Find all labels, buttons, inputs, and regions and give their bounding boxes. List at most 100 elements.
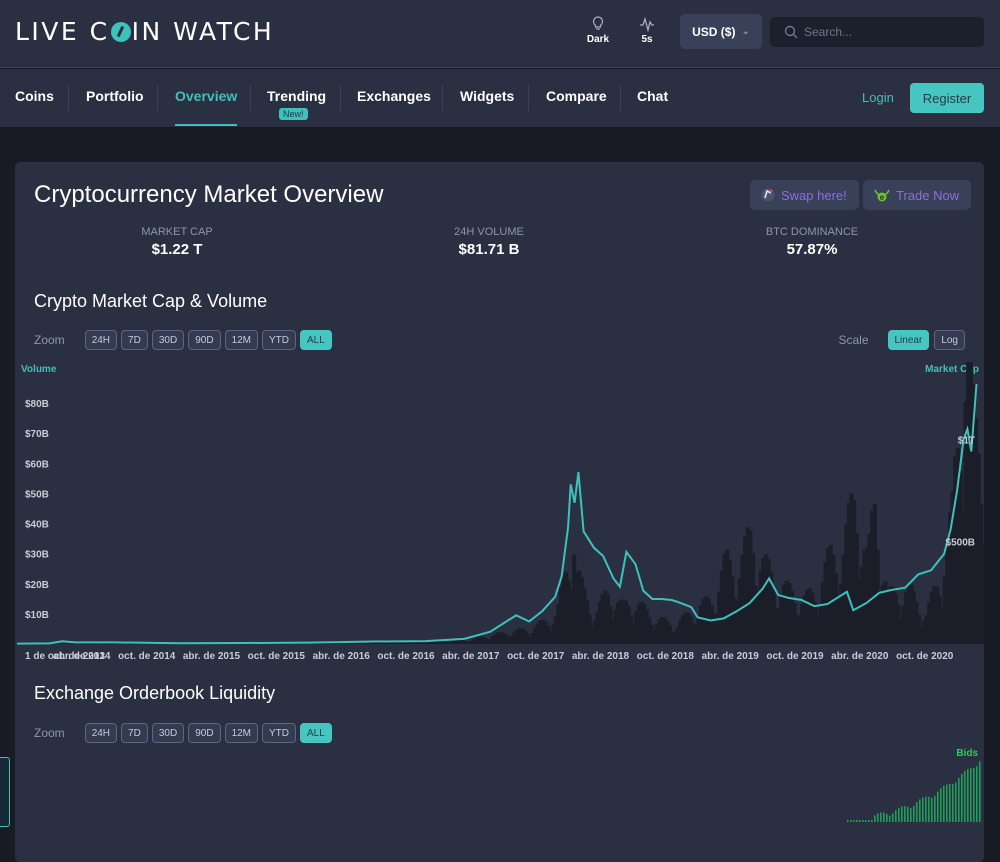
- nav-divider: [528, 85, 529, 111]
- bid-bar: [883, 813, 885, 822]
- login-link[interactable]: Login: [862, 90, 894, 105]
- zoom-24h-button[interactable]: 24H: [85, 330, 117, 350]
- nav-widgets[interactable]: Widgets: [460, 88, 514, 104]
- market-overview-card: Cryptocurrency Market Overview Swap here…: [15, 162, 984, 862]
- stat-label: 24H VOLUME: [399, 226, 579, 238]
- x-tick-label: abr. de 2019: [702, 651, 760, 662]
- zoom-90d-button[interactable]: 90D: [188, 330, 220, 350]
- stat-btc-dominance: BTC DOMINANCE 57.87%: [722, 226, 902, 258]
- zoom-30d-button[interactable]: 30D: [152, 330, 184, 350]
- volume-bars: [17, 362, 984, 644]
- zoom-label: Zoom: [34, 333, 65, 347]
- side-chat-widget[interactable]: [0, 757, 10, 827]
- search-icon: [784, 25, 798, 39]
- orderbook-title: Exchange Orderbook Liquidity: [34, 683, 275, 704]
- volume-bar: [982, 544, 984, 644]
- bid-bar: [856, 820, 858, 822]
- market-cap-volume-chart[interactable]: $10B$20B$30B$40B$50B$60B$70B$80B $500B$1…: [15, 362, 984, 672]
- y-tick-label: $60B: [25, 459, 49, 470]
- pulse-icon: [639, 16, 655, 32]
- bid-bar: [979, 761, 981, 822]
- trade-now-label: Trade Now: [896, 188, 959, 203]
- nav-trending[interactable]: Trending: [267, 88, 326, 104]
- swap-logo-icon: [760, 187, 776, 203]
- svg-text:e: e: [880, 193, 885, 202]
- bid-bar: [868, 820, 870, 822]
- bid-bar: [850, 820, 852, 822]
- bid-bar: [853, 820, 855, 822]
- page-title: Cryptocurrency Market Overview: [34, 181, 383, 209]
- ob-zoom-ytd-button[interactable]: YTD: [262, 723, 296, 743]
- y-tick-label: $30B: [25, 550, 49, 561]
- ob-zoom-12m-button[interactable]: 12M: [225, 723, 258, 743]
- bid-bar: [847, 820, 849, 822]
- ob-zoom-7d-button[interactable]: 7D: [121, 723, 148, 743]
- search-box: [770, 17, 984, 47]
- nav-compare[interactable]: Compare: [546, 88, 607, 104]
- bid-bar: [937, 792, 939, 822]
- scale-controls: Scale Linear Log: [838, 330, 965, 350]
- zoom-ytd-button[interactable]: YTD: [262, 330, 296, 350]
- x-axis-ticks: 1 de oct. de 2013abr. de 2014oct. de 201…: [25, 651, 954, 662]
- nav-coins[interactable]: Coins: [15, 88, 54, 104]
- nav-overview[interactable]: Overview: [175, 88, 237, 104]
- zoom-7d-button[interactable]: 7D: [121, 330, 148, 350]
- swap-here-button[interactable]: Swap here!: [750, 180, 859, 210]
- x-tick-label: abr. de 2018: [572, 651, 630, 662]
- bid-bar: [862, 820, 864, 822]
- coin-logo-icon: [111, 22, 131, 42]
- bid-bar: [880, 813, 882, 823]
- currency-select[interactable]: USD ($) ⌄: [680, 14, 762, 49]
- bid-bar: [952, 784, 954, 822]
- ob-zoom-24h-button[interactable]: 24H: [85, 723, 117, 743]
- x-tick-label: oct. de 2016: [377, 651, 435, 662]
- bid-bar: [934, 796, 936, 822]
- logo-text-left: LIVE C: [15, 17, 110, 46]
- theme-toggle[interactable]: Dark: [583, 16, 613, 45]
- scale-linear-button[interactable]: Linear: [888, 330, 930, 350]
- x-tick-label: oct. de 2017: [507, 651, 565, 662]
- search-input[interactable]: [804, 25, 974, 39]
- y-tick-label: $80B: [25, 399, 49, 410]
- bid-bar: [943, 786, 945, 822]
- refresh-interval-toggle[interactable]: 5s: [632, 16, 662, 45]
- stat-label: MARKET CAP: [87, 226, 267, 238]
- x-tick-label: abr. de 2016: [313, 651, 371, 662]
- nav-portfolio[interactable]: Portfolio: [86, 88, 144, 104]
- orderbook-chart[interactable]: Bids: [15, 742, 984, 822]
- bid-bar: [931, 798, 933, 822]
- stat-24h-volume: 24H VOLUME $81.71 B: [399, 226, 579, 258]
- stat-market-cap: MARKET CAP $1.22 T: [87, 226, 267, 258]
- bid-bar: [877, 813, 879, 822]
- bid-bar: [919, 799, 921, 822]
- nav-divider: [68, 85, 69, 111]
- bid-bar: [874, 815, 876, 822]
- ob-zoom-30d-button[interactable]: 30D: [152, 723, 184, 743]
- stat-label: BTC DOMINANCE: [722, 226, 902, 238]
- y-tick-label: $10B: [25, 610, 49, 621]
- bid-bar: [949, 784, 951, 822]
- ob-zoom-all-button[interactable]: ALL: [300, 723, 332, 743]
- trade-now-button[interactable]: e Trade Now: [863, 180, 971, 210]
- scale-log-button[interactable]: Log: [934, 330, 965, 350]
- zoom-12m-button[interactable]: 12M: [225, 330, 258, 350]
- bid-bar: [940, 788, 942, 822]
- nav-exchanges[interactable]: Exchanges: [357, 88, 431, 104]
- bid-bar: [955, 783, 957, 823]
- nav-divider: [442, 85, 443, 111]
- ob-zoom-90d-button[interactable]: 90D: [188, 723, 220, 743]
- register-button[interactable]: Register: [910, 83, 984, 113]
- bids-label: Bids: [956, 748, 978, 759]
- orderbook-zoom-controls: Zoom 24H 7D 30D 90D 12M YTD ALL: [34, 723, 332, 743]
- stat-value: 57.87%: [722, 241, 902, 258]
- nav-chat[interactable]: Chat: [637, 88, 668, 104]
- zoom-all-button[interactable]: ALL: [300, 330, 332, 350]
- bid-bar: [964, 771, 966, 822]
- bid-bar: [922, 798, 924, 823]
- nav-divider: [157, 85, 158, 111]
- logo[interactable]: LIVE C IN WATCH: [15, 17, 274, 46]
- y-tick-label: $40B: [25, 520, 49, 531]
- logo-text-right: IN WATCH: [132, 17, 275, 46]
- currency-value: USD ($): [692, 25, 735, 39]
- stat-value: $81.71 B: [399, 241, 579, 258]
